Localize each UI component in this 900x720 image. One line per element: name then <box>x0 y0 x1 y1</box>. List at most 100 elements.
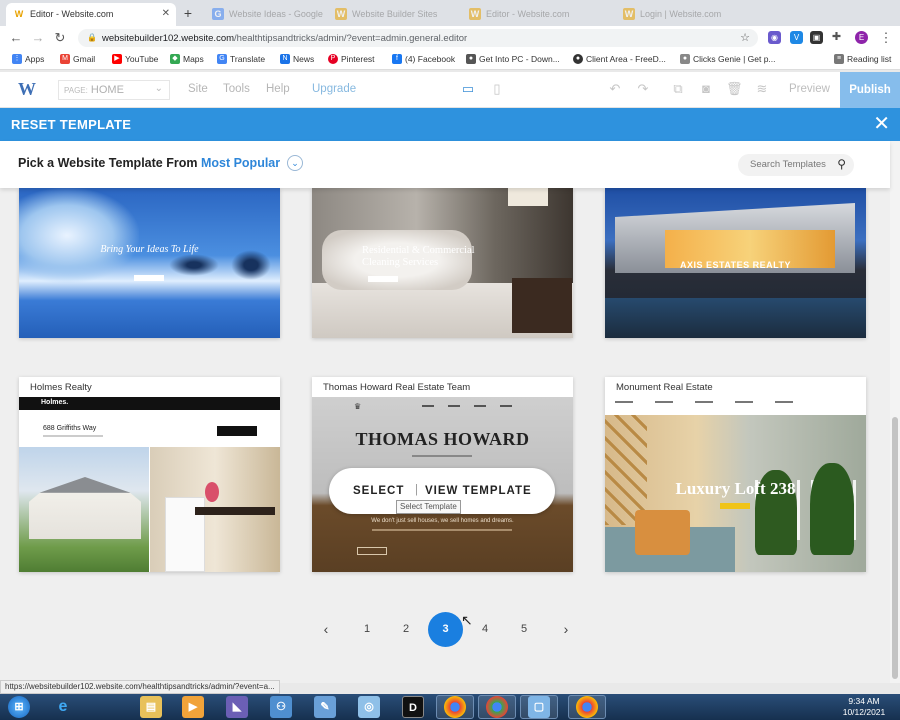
bookmark-client-area[interactable]: ● Client Area - FreeD... <box>573 54 666 64</box>
template-caption: Holmes Realty <box>30 382 92 393</box>
shield-extension-icon[interactable]: V <box>790 31 803 44</box>
template-overlay-text: Residential & Commercial Cleaning Servic… <box>362 245 475 268</box>
close-icon[interactable]: ✕ <box>873 113 890 135</box>
taskbar-clock[interactable]: 9:34 AM 10/12/2021 <box>828 696 900 718</box>
menu-site[interactable]: Site <box>188 83 208 95</box>
pagination-next[interactable]: › <box>557 620 575 638</box>
search-templates-input[interactable]: Search Templates ⚲ <box>738 154 854 176</box>
new-tab-icon[interactable]: + <box>180 5 196 21</box>
pagination-prev[interactable]: ‹ <box>317 620 335 638</box>
scrollbar-thumb[interactable] <box>892 417 898 679</box>
pagination-page-2[interactable]: 2 <box>397 620 415 638</box>
template-card-cleaning[interactable]: Residential & Commercial Cleaning Servic… <box>312 188 573 338</box>
back-arrow-icon[interactable]: ← <box>8 30 24 46</box>
chrome-icon <box>444 696 466 718</box>
bookmark-star-icon[interactable]: ☆ <box>737 30 753 46</box>
tab-background-1[interactable]: G Website Ideas - Google <box>205 3 325 26</box>
mobile-view-icon[interactable]: ▯ <box>489 81 505 97</box>
bookmark-pinterest[interactable]: P Pinterest <box>328 54 375 64</box>
menu-help[interactable]: Help <box>266 83 290 95</box>
tab-background-2[interactable]: W Website Builder Sites <box>328 3 458 26</box>
bookmark-gmail[interactable]: M Gmail <box>60 54 95 64</box>
bookmark-get-into-pc[interactable]: ● Get Into PC - Down... <box>466 54 560 64</box>
puzzle-extensions-icon[interactable]: ✚ <box>830 31 843 44</box>
reading-list[interactable]: ≡ Reading list <box>834 54 891 64</box>
profile-avatar[interactable]: E <box>855 31 868 44</box>
pagination-page-3[interactable]: 3 <box>428 612 463 647</box>
bookmark-label: Pinterest <box>341 54 375 64</box>
mouse-cursor-icon: ↖ <box>461 612 473 628</box>
trash-icon[interactable]: 🗑 <box>726 81 743 97</box>
sort-dropdown[interactable]: Most Popular <box>201 156 280 170</box>
pagination-page-5[interactable]: 5 <box>515 620 533 638</box>
app-icon[interactable]: ◣ <box>226 696 248 718</box>
tab-background-3[interactable]: W Editor - Website.com <box>462 3 612 26</box>
app-icon[interactable]: ◎ <box>358 696 380 718</box>
template-card-winter[interactable]: Bring Your Ideas To Life <box>19 188 280 338</box>
url-input[interactable]: 🔒 websitebuilder102.website.com/healthti… <box>78 29 758 47</box>
extension-icon[interactable]: ▣ <box>810 31 823 44</box>
undo-icon[interactable]: ↶ <box>607 81 623 97</box>
template-caption: Monument Real Estate <box>616 382 713 393</box>
page-selector-label: PAGE: <box>64 86 88 95</box>
windows-start-icon[interactable]: ⊞ <box>8 696 30 718</box>
chevron-down-icon[interactable]: ⌄ <box>287 155 303 171</box>
bookmark-label: Maps <box>183 54 204 64</box>
tab-title: Website Ideas - Google <box>229 9 323 19</box>
youtube-icon: ▶ <box>112 54 122 64</box>
redo-icon[interactable]: ↷ <box>635 81 651 97</box>
template-picker-title: Pick a Website Template From Most Popula… <box>18 156 280 170</box>
tab-background-4[interactable]: W Login | Website.com <box>616 3 766 26</box>
more-menu-icon[interactable]: ⋮ <box>878 30 894 46</box>
app-icon[interactable]: ⚇ <box>270 696 292 718</box>
select-template-button[interactable]: SELECT <box>353 485 404 497</box>
reload-icon[interactable]: ↻ <box>52 30 68 46</box>
bookmark-news[interactable]: N News <box>280 54 314 64</box>
camera-icon[interactable]: ◙ <box>698 81 714 97</box>
bookmark-facebook[interactable]: f (4) Facebook <box>392 54 455 64</box>
tab-editor[interactable]: W Editor - Website.com ✕ <box>6 3 176 26</box>
reset-template-title: RESET TEMPLATE <box>11 117 132 132</box>
scrollbar[interactable] <box>890 141 900 683</box>
preview-button[interactable]: Preview <box>789 83 830 95</box>
bookmark-label: News <box>293 54 315 64</box>
apps-grid-icon: ⋮ <box>12 54 22 64</box>
app-icon[interactable]: D <box>402 696 424 718</box>
desktop-view-icon[interactable]: ▭ <box>460 81 476 97</box>
template-thumbnail: Bring Your Ideas To Life <box>19 188 280 338</box>
upgrade-link[interactable]: Upgrade <box>312 83 356 95</box>
template-card-axis[interactable]: AXIS ESTATES REALTY <box>605 188 866 338</box>
template-thumbnail: Residential & Commercial Cleaning Servic… <box>312 188 573 338</box>
bookmark-label: Clicks Genie | Get p... <box>693 54 776 64</box>
internet-explorer-icon[interactable]: e <box>52 696 74 718</box>
media-player-icon[interactable]: ▶ <box>182 696 204 718</box>
copy-icon[interactable]: ⧉ <box>670 81 686 97</box>
preview-headline: THOMAS HOWARD <box>355 429 530 449</box>
bookmark-maps[interactable]: ◆ Maps <box>170 54 204 64</box>
browser-tab-bar: W Editor - Website.com ✕ + G Website Ide… <box>0 0 900 26</box>
editor-logo[interactable]: W <box>18 79 36 100</box>
template-card-holmes[interactable]: Holmes Realty Holmes. 688 Griffiths Way <box>19 377 280 572</box>
menu-tools[interactable]: Tools <box>223 83 250 95</box>
pagination-page-1[interactable]: 1 <box>358 620 376 638</box>
pagination-page-4[interactable]: 4 <box>476 620 494 638</box>
app-icon[interactable]: ✎ <box>314 696 336 718</box>
reading-list-icon: ≡ <box>834 54 844 64</box>
forward-arrow-icon[interactable]: → <box>30 30 46 46</box>
preview-text-line <box>412 455 472 457</box>
close-tab-icon[interactable]: ✕ <box>162 8 170 19</box>
bookmark-apps[interactable]: ⋮ Apps <box>12 54 44 64</box>
template-card-monument[interactable]: Monument Real Estate Luxury Loft 238 <box>605 377 866 572</box>
chrome-icon <box>486 696 508 718</box>
bookmark-translate[interactable]: G Translate <box>217 54 265 64</box>
template-overlay-text: Bring Your Ideas To Life <box>100 244 199 255</box>
extension-icon[interactable]: ◉ <box>768 31 781 44</box>
bookmark-youtube[interactable]: ▶ YouTube <box>112 54 158 64</box>
bookmark-clicks-genie[interactable]: ● Clicks Genie | Get p... <box>680 54 776 64</box>
search-icon[interactable]: ⚲ <box>837 157 846 171</box>
file-explorer-icon[interactable]: ▤ <box>140 696 162 718</box>
layers-icon[interactable]: ≋ <box>754 81 770 97</box>
page-selector[interactable]: PAGE: HOME ⌄ <box>58 80 170 100</box>
publish-button[interactable]: Publish <box>840 72 900 108</box>
view-template-button[interactable]: VIEW TEMPLATE <box>425 485 532 497</box>
